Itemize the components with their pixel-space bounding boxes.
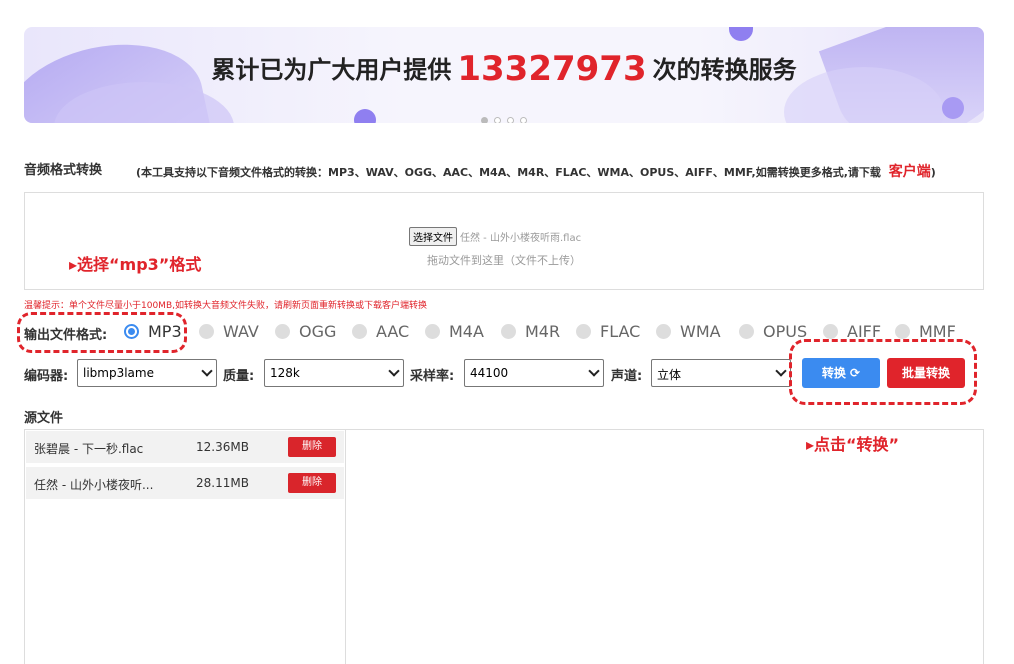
- format-option-opus[interactable]: OPUS: [739, 322, 807, 341]
- format-option-ogg[interactable]: OGG: [275, 322, 336, 341]
- pager-dot[interactable]: [481, 117, 488, 123]
- channel-label: 声道:: [611, 369, 643, 384]
- samplerate-value: 44100: [470, 366, 509, 380]
- format-option-wav[interactable]: WAV: [199, 322, 259, 341]
- format-option-label: AAC: [376, 322, 410, 341]
- quality-value: 128k: [270, 366, 300, 380]
- file-size: 28.11MB: [196, 476, 249, 490]
- format-option-label: WAV: [223, 322, 259, 341]
- format-option-m4a[interactable]: M4A: [425, 322, 484, 341]
- chevron-down-icon: [201, 365, 213, 377]
- radio-icon[interactable]: [739, 324, 754, 339]
- format-option-aac[interactable]: AAC: [352, 322, 409, 341]
- source-files-title: 源文件: [24, 411, 64, 426]
- radio-icon[interactable]: [576, 324, 591, 339]
- annotation-select-format: ▸选择“mp3”格式: [69, 255, 202, 274]
- pager-dot[interactable]: [520, 117, 527, 123]
- format-option-m4r[interactable]: M4R: [501, 322, 560, 341]
- radio-icon[interactable]: [895, 324, 910, 339]
- promo-banner: 累计已为广大用户提供 13327973 次的转换服务: [24, 27, 984, 123]
- format-option-label: M4R: [525, 322, 561, 341]
- radio-icon[interactable]: [199, 324, 214, 339]
- desc-end: ): [930, 166, 936, 179]
- chevron-down-icon: [775, 365, 787, 377]
- banner-text-after: 次的转换服务: [652, 56, 797, 84]
- radio-icon[interactable]: [656, 324, 671, 339]
- supported-formats-text: (本工具支持以下音频文件格式的转换：MP3、WAV、OGG、AAC、M4A、M4…: [136, 166, 881, 179]
- list-item[interactable]: 任然 - 山外小楼夜听... 28.11MB 删除: [26, 467, 344, 499]
- format-option-wma[interactable]: WMA: [656, 322, 721, 341]
- file-name: 张碧晨 - 下一秒.flac: [34, 442, 144, 456]
- file-name: 任然 - 山外小楼夜听...: [34, 478, 154, 492]
- banner-pager: [24, 109, 984, 123]
- pager-dot[interactable]: [507, 117, 514, 123]
- chevron-down-icon: [588, 365, 600, 377]
- file-input-row: 选择文件 任然 - 山外小楼夜听雨.flac: [409, 227, 581, 246]
- source-files-panel: 张碧晨 - 下一秒.flac 12.36MB 删除 任然 - 山外小楼夜听...…: [24, 429, 984, 664]
- radio-icon[interactable]: [275, 324, 290, 339]
- section-description: (本工具支持以下音频文件格式的转换：MP3、WAV、OGG、AAC、M4A、M4…: [136, 161, 936, 181]
- quality-select[interactable]: 128k: [264, 359, 404, 387]
- radio-icon[interactable]: [352, 324, 367, 339]
- list-item[interactable]: 张碧晨 - 下一秒.flac 12.36MB 删除: [26, 431, 344, 463]
- banner-text-before: 累计已为广大用户提供: [211, 56, 452, 84]
- delete-button[interactable]: 删除: [288, 437, 336, 457]
- format-option-label: FLAC: [600, 322, 641, 341]
- samplerate-select[interactable]: 44100: [464, 359, 604, 387]
- format-option-label: M4A: [449, 322, 484, 341]
- radio-icon[interactable]: [501, 324, 516, 339]
- format-option-flac[interactable]: FLAC: [576, 322, 640, 341]
- warning-text: 温馨提示：单个文件尽量小于100MB,如转换大音频文件失败，请刷新页面重新转换或…: [24, 301, 427, 311]
- samplerate-label: 采样率:: [410, 369, 455, 384]
- section-title: 音频格式转换: [24, 163, 103, 178]
- quality-label: 质量:: [223, 369, 255, 384]
- file-drop-zone[interactable]: 选择文件 任然 - 山外小楼夜听雨.flac 拖动文件到这里（文件不上传） ▸选择…: [24, 192, 984, 290]
- choose-file-button[interactable]: 选择文件: [409, 227, 457, 246]
- format-option-label: WMA: [680, 322, 721, 341]
- pager-dot[interactable]: [494, 117, 501, 123]
- channel-value: 立体: [657, 368, 682, 382]
- client-download-link[interactable]: 客户端: [889, 164, 931, 180]
- format-option-label: OPUS: [763, 322, 808, 341]
- banner-headline: 累计已为广大用户提供 13327973 次的转换服务: [24, 49, 984, 89]
- file-size: 12.36MB: [196, 440, 249, 454]
- annotation-highlight-format: [17, 312, 187, 353]
- chevron-down-icon: [388, 365, 400, 377]
- format-option-label: OGG: [299, 322, 337, 341]
- chosen-file-name: 任然 - 山外小楼夜听雨.flac: [460, 233, 582, 244]
- encoder-select[interactable]: libmp3lame: [77, 359, 217, 387]
- radio-icon[interactable]: [425, 324, 440, 339]
- encoder-value: libmp3lame: [83, 366, 154, 380]
- encoder-label: 编码器:: [24, 369, 69, 384]
- annotation-highlight-convert: [789, 339, 977, 405]
- channel-select[interactable]: 立体: [651, 359, 791, 387]
- banner-dot-decoration: [729, 27, 753, 41]
- delete-button[interactable]: 删除: [288, 473, 336, 493]
- radio-icon[interactable]: [823, 324, 838, 339]
- conversion-count: 13327973: [457, 49, 647, 89]
- source-file-list: 张碧晨 - 下一秒.flac 12.36MB 删除 任然 - 山外小楼夜听...…: [25, 430, 346, 664]
